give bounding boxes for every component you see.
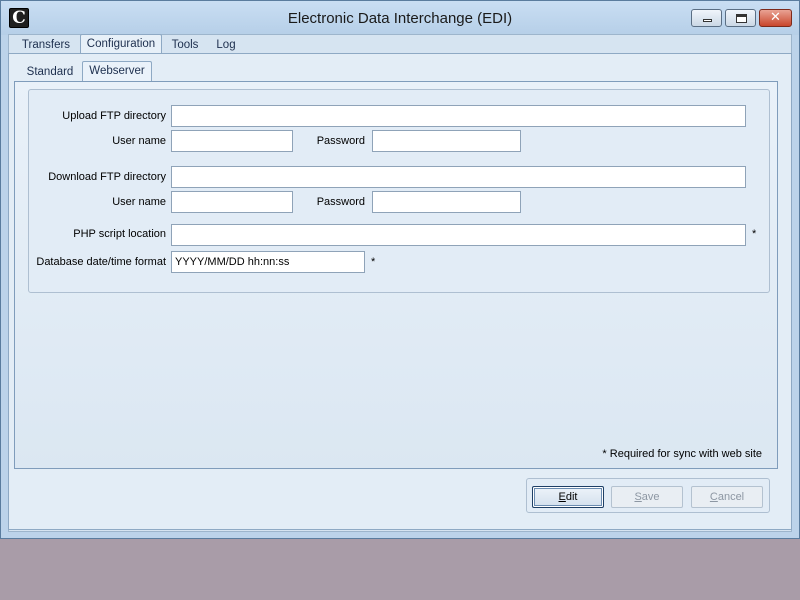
cancel-button[interactable]: Cancel [691, 486, 763, 508]
edit-label: dit [565, 491, 578, 503]
db-format-input[interactable]: YYYY/MM/DD hh:nn:ss [171, 251, 365, 273]
save-label: ave [641, 491, 660, 503]
php-script-input[interactable] [171, 224, 746, 246]
save-mnemonic: S [634, 491, 642, 503]
upload-password-label: Password [316, 135, 365, 147]
upload-ftp-input[interactable] [171, 105, 746, 127]
db-format-label: Database date/time format [36, 256, 166, 268]
maximize-icon [736, 14, 747, 23]
cancel-label: ancel [717, 491, 745, 503]
tab-webserver[interactable]: Webserver [82, 61, 152, 81]
upload-user-label: User name [112, 135, 166, 147]
upload-ftp-label: Upload FTP directory [62, 110, 166, 122]
download-user-label: User name [112, 196, 166, 208]
upload-user-input[interactable] [171, 130, 293, 152]
download-password-label: Password [316, 196, 365, 208]
tab-standard[interactable]: Standard [22, 63, 78, 82]
upload-password-input[interactable] [372, 130, 521, 152]
cancel-mnemonic: C [709, 491, 718, 503]
edit-mnemonic: E [558, 491, 566, 503]
minimize-icon [703, 19, 712, 22]
db-format-required-marker: * [371, 256, 376, 268]
tab-configuration[interactable]: Configuration [80, 34, 162, 54]
desktop-background [0, 539, 800, 600]
window-title: Electronic Data Interchange (EDI) [287, 10, 513, 27]
download-ftp-label: Download FTP directory [48, 171, 166, 183]
save-button[interactable]: Save [611, 486, 683, 508]
minimize-button[interactable] [691, 9, 722, 27]
title-bar[interactable]: C Electronic Data Interchange (EDI) ✕ [1, 1, 799, 35]
download-password-input[interactable] [372, 191, 521, 213]
required-note: * Required for sync with web site [602, 448, 762, 460]
edit-button[interactable]: Edit [532, 486, 604, 508]
close-button[interactable]: ✕ [759, 9, 792, 27]
maximize-button[interactable] [725, 9, 756, 27]
download-ftp-input[interactable] [171, 166, 746, 188]
php-script-label: PHP script location [73, 228, 166, 240]
download-user-input[interactable] [171, 191, 293, 213]
php-required-marker: * [752, 228, 757, 240]
close-icon: ✕ [770, 10, 781, 25]
